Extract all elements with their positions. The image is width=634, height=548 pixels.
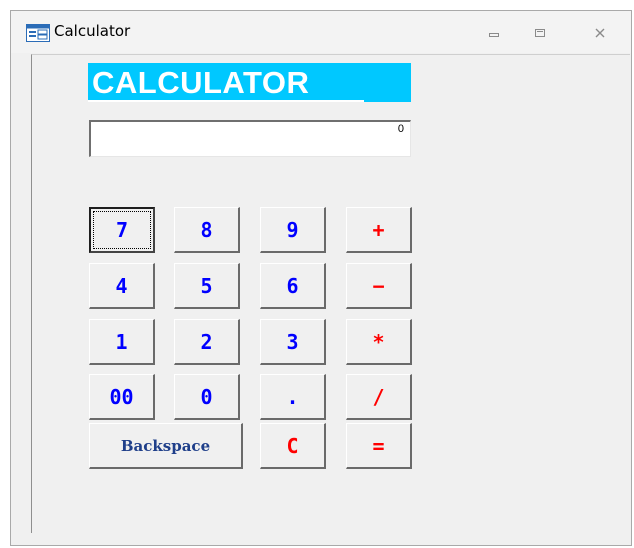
multiply-button[interactable]: * xyxy=(346,319,412,365)
digit-0-button[interactable]: 0 xyxy=(174,374,240,420)
digit-6-button[interactable]: 6 xyxy=(260,263,326,309)
form-icon xyxy=(26,24,50,42)
digit-4-button[interactable]: 4 xyxy=(89,263,155,309)
digit-3-button[interactable]: 3 xyxy=(260,319,326,365)
decimal-point-button[interactable]: . xyxy=(260,374,326,420)
minimize-button[interactable] xyxy=(480,23,508,45)
heading-text: CALCULATOR xyxy=(92,65,310,100)
restore-icon xyxy=(534,25,546,43)
double-zero-button[interactable]: 00 xyxy=(89,374,155,420)
result-display[interactable]: 0 xyxy=(89,120,411,157)
digit-1-button[interactable]: 1 xyxy=(89,319,155,365)
digit-2-button[interactable]: 2 xyxy=(174,319,240,365)
plus-button[interactable]: + xyxy=(346,207,412,253)
form-body: CALCULATOR 0 7 8 9 + 4 5 6 − 1 2 3 * 00 … xyxy=(31,54,630,533)
backspace-button[interactable]: Backspace xyxy=(89,423,243,469)
digit-7-button[interactable]: 7 xyxy=(89,207,155,253)
minimize-icon xyxy=(488,25,500,43)
heading-underline xyxy=(88,100,364,102)
calculator-window: Calculator CALCULATOR 0 7 8 9 + 4 5 6 − … xyxy=(10,10,632,546)
restore-button[interactable] xyxy=(526,23,554,45)
clear-button[interactable]: C xyxy=(260,423,326,469)
close-button[interactable] xyxy=(586,23,614,45)
digit-8-button[interactable]: 8 xyxy=(174,207,240,253)
calculator-heading: CALCULATOR xyxy=(88,63,411,102)
equals-button[interactable]: = xyxy=(346,423,412,469)
title-bar: Calculator xyxy=(11,11,631,53)
digit-5-button[interactable]: 5 xyxy=(174,263,240,309)
close-icon xyxy=(594,25,606,43)
minus-button[interactable]: − xyxy=(346,263,412,309)
digit-9-button[interactable]: 9 xyxy=(260,207,326,253)
window-title: Calculator xyxy=(54,22,131,40)
divide-button[interactable]: / xyxy=(346,374,412,420)
display-value: 0 xyxy=(397,123,404,135)
